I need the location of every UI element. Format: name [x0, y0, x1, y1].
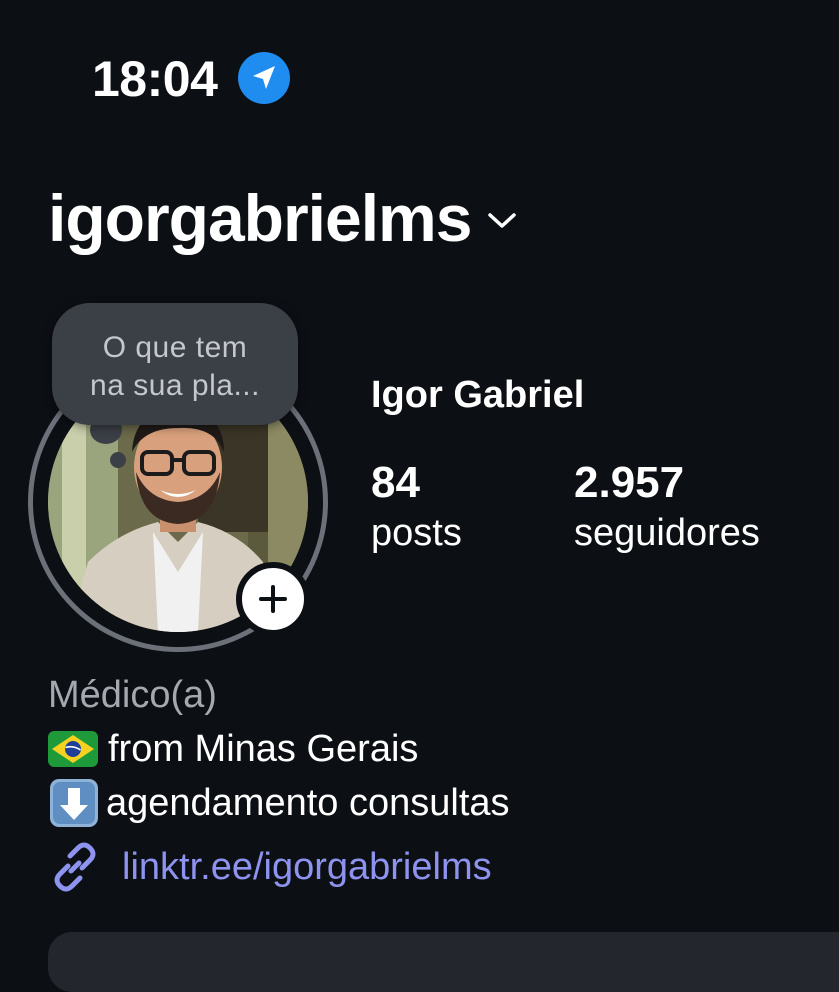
profile-link[interactable]: linktr.ee/igorgabrielms	[48, 840, 492, 894]
posts-label: posts	[371, 512, 462, 554]
followers-stat[interactable]: 2.957 seguidores	[574, 456, 760, 558]
location-arrow-icon	[238, 52, 290, 104]
status-time: 18:04	[92, 51, 218, 107]
bio: Médico(a) from Minas Gerais agendamento …	[48, 668, 510, 830]
down-arrow-icon	[50, 779, 98, 827]
bottom-card[interactable]	[48, 932, 839, 992]
chevron-down-icon	[488, 213, 517, 228]
category-label: Médico(a)	[48, 674, 217, 716]
note-bubble[interactable]: O que tem na sua pla...	[52, 303, 298, 425]
link-text: linktr.ee/igorgabrielms	[122, 846, 492, 888]
username: igorgabrielms	[48, 181, 472, 255]
posts-count: 84	[371, 458, 420, 507]
followers-label: seguidores	[574, 512, 760, 554]
followers-count: 2.957	[574, 458, 685, 507]
note-text-line2: na sua pla...	[90, 369, 260, 402]
plus-icon	[259, 585, 287, 613]
note-bubble-tail	[110, 452, 126, 468]
display-name: Igor Gabriel	[371, 374, 585, 416]
note-text-line1: O que tem	[102, 331, 248, 364]
bio-line: from Minas Gerais	[48, 722, 510, 776]
bio-line2-text: agendamento consultas	[106, 782, 510, 824]
bio-line1-text: from Minas Gerais	[108, 728, 419, 770]
bio-line: agendamento consultas	[48, 776, 510, 830]
link-icon	[54, 842, 96, 892]
brazil-flag-icon	[48, 731, 98, 767]
posts-stat[interactable]: 84 posts	[371, 456, 462, 558]
account-switcher[interactable]: igorgabrielms	[48, 178, 517, 258]
add-story-button[interactable]	[236, 562, 310, 636]
